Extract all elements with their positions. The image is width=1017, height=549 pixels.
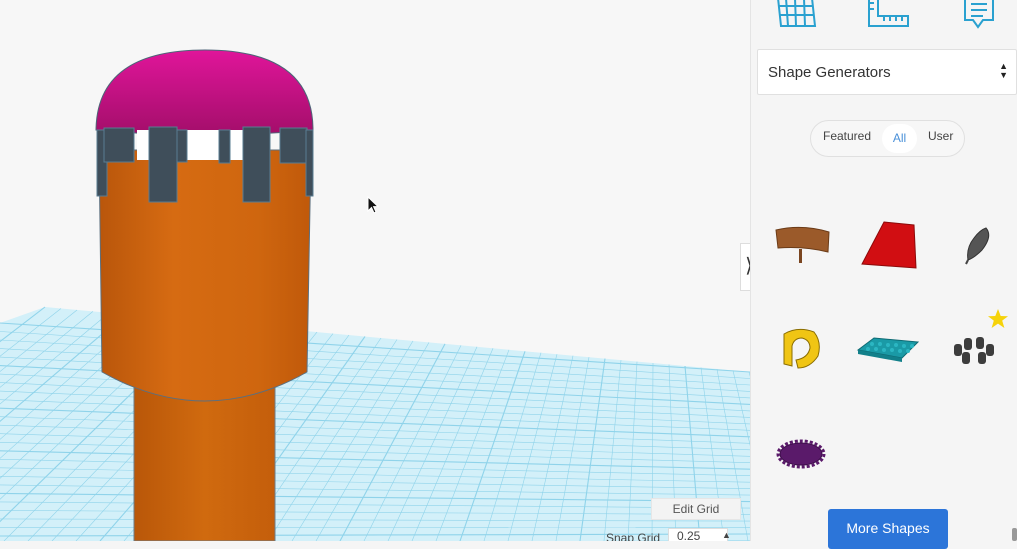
notes-icon[interactable] <box>961 0 997 30</box>
star-icon <box>987 308 1009 330</box>
tab-featured[interactable]: Featured <box>823 129 871 143</box>
chevron-down-icon: ▲ <box>722 530 731 540</box>
panel-scrollbar[interactable] <box>1012 528 1017 541</box>
snap-grid-label: Snap Grid <box>606 531 660 541</box>
grid-icon[interactable] <box>775 0 817 28</box>
mouse-cursor-icon <box>367 196 381 216</box>
shape-filter-tabs: Featured All User <box>810 120 965 157</box>
tab-all[interactable]: All <box>882 124 917 153</box>
3d-scene[interactable] <box>0 0 750 541</box>
more-shapes-button[interactable]: More Shapes <box>828 509 948 549</box>
shape-category-select[interactable]: Shape Generators ▲▼ <box>757 49 1017 95</box>
banner-shape[interactable] <box>774 222 832 266</box>
snap-grid-select[interactable]: 0.25 <box>668 528 728 541</box>
gray-leaf-shape[interactable] <box>960 226 994 266</box>
tab-user[interactable]: User <box>928 129 953 143</box>
select-arrows-icon: ▲▼ <box>999 62 1008 80</box>
ruler-icon[interactable] <box>866 0 912 30</box>
edit-grid-button[interactable]: Edit Grid <box>651 498 741 520</box>
purple-gear-shape[interactable] <box>776 438 826 470</box>
gray-ring-shape[interactable] <box>950 334 998 368</box>
yellow-clip-shape[interactable] <box>778 326 824 374</box>
cylinder-tower[interactable] <box>99 150 311 401</box>
red-wedge-shape[interactable] <box>860 220 920 272</box>
teal-brick-plate-shape[interactable] <box>856 332 920 366</box>
cylinder-pole[interactable] <box>134 380 275 541</box>
snap-grid-control: Snap Grid 0.25 ▲ <box>600 530 750 541</box>
shape-category-label: Shape Generators <box>768 64 891 81</box>
workplane-viewport[interactable]: Edit Grid Snap Grid 0.25 ▲ <box>0 0 750 541</box>
dome-roof[interactable] <box>96 50 313 135</box>
